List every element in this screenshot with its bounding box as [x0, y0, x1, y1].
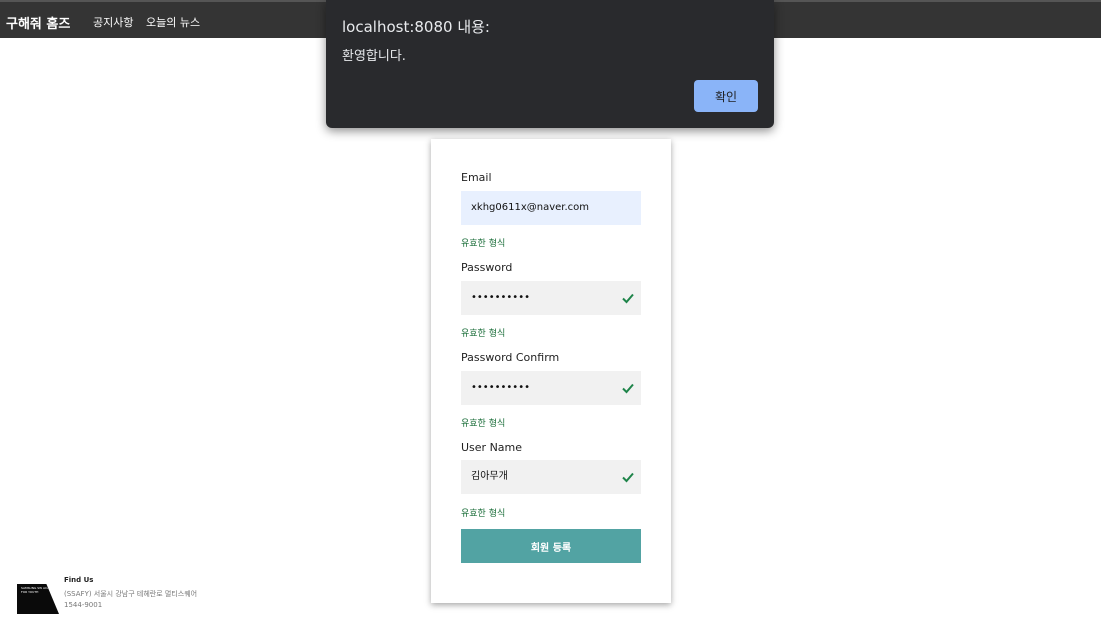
email-label: Email: [461, 171, 492, 184]
email-field[interactable]: xkhg0611x@naver.com: [461, 191, 641, 225]
password-confirm-field[interactable]: ••••••••••: [461, 371, 641, 405]
password-label: Password: [461, 261, 513, 274]
footer-title: Find Us: [64, 576, 94, 584]
brand-logo[interactable]: 구해줘 홈즈: [6, 13, 70, 32]
dialog-message: 환영합니다.: [342, 49, 406, 64]
password-field[interactable]: ••••••••••: [461, 281, 641, 315]
password-confirm-label: Password Confirm: [461, 351, 560, 364]
footer-address: (SSAFY) 서울시 강남구 테헤란로 멀티스퀘어: [64, 590, 198, 598]
check-icon: [622, 293, 634, 304]
email-valid-text: 유효한 형식: [461, 239, 506, 249]
username-label: User Name: [461, 441, 523, 454]
username-valid-text: 유효한 형식: [461, 509, 506, 519]
username-field[interactable]: 김아무개: [461, 460, 641, 494]
alert-dialog: localhost:8080 내용: 환영합니다. 확인: [326, 0, 774, 128]
footer-phone: 1544-9001: [64, 601, 103, 609]
nav-link-notice[interactable]: 공지사항: [93, 14, 133, 30]
username-value: 김아무개: [471, 471, 508, 482]
password-confirm-valid-text: 유효한 형식: [461, 419, 506, 429]
check-icon: [622, 383, 634, 394]
password-value: ••••••••••: [471, 292, 530, 303]
register-button[interactable]: 회원 등록: [461, 529, 641, 563]
password-valid-text: 유효한 형식: [461, 329, 506, 339]
check-icon: [622, 472, 634, 483]
nav-link-news[interactable]: 오늘의 뉴스: [146, 14, 200, 30]
ssafy-logo: SAMSUNG SW ACADEMY FOR YOUTH: [17, 584, 59, 614]
dialog-title: localhost:8080 내용:: [342, 18, 490, 36]
logo-text: SAMSUNG SW ACADEMY FOR YOUTH: [21, 586, 58, 594]
email-value: xkhg0611x@naver.com: [471, 202, 590, 213]
signup-form-card: Email xkhg0611x@naver.com 유효한 형식 Passwor…: [431, 139, 671, 603]
password-confirm-value: ••••••••••: [471, 382, 530, 393]
dialog-ok-button[interactable]: 확인: [694, 80, 758, 112]
